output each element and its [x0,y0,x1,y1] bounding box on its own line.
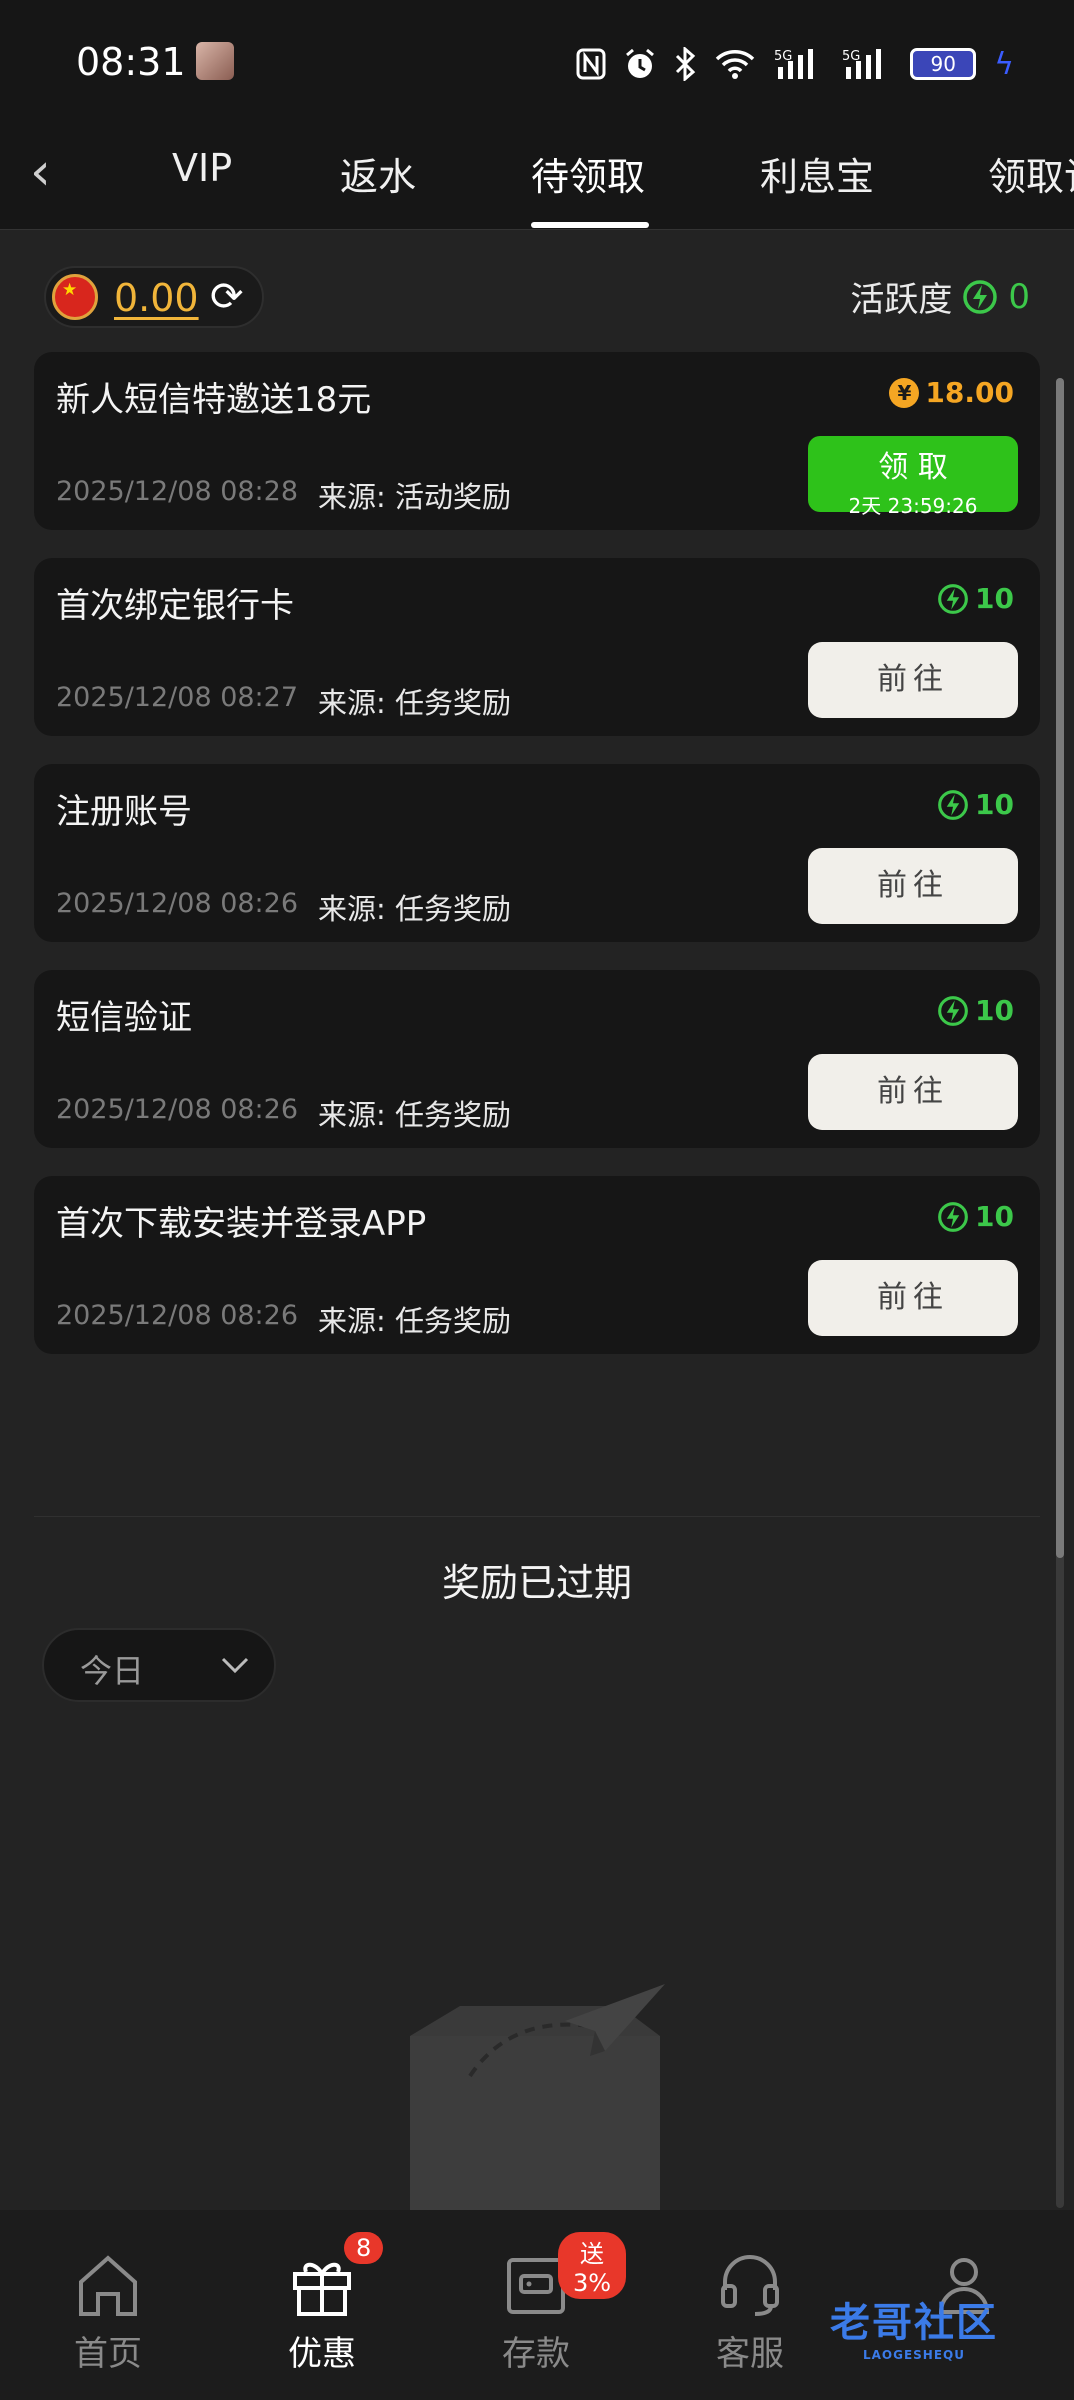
wifi-icon [714,48,756,80]
reward-amount-value: 10 [975,1200,1014,1233]
claim-label: 领 取 [878,450,948,485]
reward-amount: 10 [937,582,1014,615]
divider [34,1516,1040,1517]
reward-amount-value: 10 [975,582,1014,615]
reward-title: 首次下载安装并登录APP [56,1204,427,1244]
refresh-icon[interactable]: ⟳ [210,274,244,320]
tab-claim-history[interactable]: 领取记 [988,146,1074,201]
tab-rebate[interactable]: 返水 [340,146,416,201]
reward-amount: 10 [937,1200,1014,1233]
battery-level: 90 [930,52,956,76]
date-filter-select[interactable]: 今日 [42,1628,276,1702]
reward-amount-value: 10 [975,788,1014,821]
balance-pill: 0.00 ⟳ [44,266,264,328]
bluetooth-icon [674,47,696,81]
reward-date: 2025/12/08 08:27 [56,682,299,713]
reward-amount: 10 [937,994,1014,1027]
signal-5g-icon: 5G [842,47,892,81]
reward-date: 2025/12/08 08:28 [56,476,299,507]
reward-date: 2025/12/08 08:26 [56,1094,299,1125]
watermark-logo: 老哥社区 LAOGESHEQU [830,2290,998,2362]
promotions-badge: 8 [344,2232,384,2264]
reward-amount: 10 [937,788,1014,821]
battery-icon: 90 [910,48,977,80]
reward-title: 短信验证 [56,998,192,1038]
back-button[interactable]: ‹ [30,142,80,202]
notification-avatar-icon [196,42,234,80]
reward-title: 首次绑定银行卡 [56,586,294,626]
china-flag-icon [52,274,98,320]
charging-icon: ϟ [994,46,1014,82]
reward-source: 来源: 任务奖励 [318,1304,511,1338]
alarm-icon [624,48,656,80]
tab-pending-claim[interactable]: 待领取 [531,146,645,201]
energy-icon [938,789,968,820]
reward-source: 来源: 任务奖励 [318,1098,511,1132]
activity-value: 0 [1008,276,1030,317]
coin-icon: ¥ [889,377,920,408]
scrollbar[interactable] [1056,378,1064,2208]
expired-section-title: 奖励已过期 [441,1561,632,1605]
empty-box-icon [410,1984,665,2216]
home-icon [79,2255,137,2316]
reward-card: 首次绑定银行卡 10 2025/12/08 08:27 来源: 任务奖励 前往 [34,558,1040,736]
reward-date: 2025/12/08 08:26 [56,1300,299,1331]
bottom-nav-label: 首页 [74,2334,142,2374]
energy-icon [938,1201,968,1232]
signal-5g-icon: 5G [774,47,824,81]
activity-score: 活跃度 0 [850,272,1030,321]
bottom-nav-label: 优惠 [288,2334,356,2374]
reward-card: 注册账号 10 2025/12/08 08:26 来源: 任务奖励 前往 [34,764,1040,942]
reward-title: 新人短信特邀送18元 [56,380,372,420]
reward-source: 来源: 任务奖励 [318,686,511,720]
deposit-bonus-badge: 送3% [558,2232,626,2299]
bottom-nav-home[interactable]: 首页 [18,2250,198,2375]
claim-countdown: 2天 23:59:26 [848,494,978,518]
reward-amount-value: 10 [975,994,1014,1027]
reward-title: 注册账号 [56,792,192,832]
tab-interest[interactable]: 利息宝 [760,146,874,201]
reward-source: 来源: 任务奖励 [318,892,511,926]
date-filter-value: 今日 [80,1652,145,1690]
energy-icon [938,583,968,614]
watermark-sub: LAOGESHEQU [862,2348,965,2362]
energy-icon [963,279,998,314]
reward-card: 首次下载安装并登录APP 10 2025/12/08 08:26 来源: 任务奖励 前往 [34,1176,1040,1354]
reward-date: 2025/12/08 08:26 [56,888,299,919]
chevron-down-icon [221,1657,249,1674]
energy-icon [938,995,968,1026]
reward-amount-value: 18.00 [925,376,1014,409]
bottom-nav-label: 存款 [502,2334,570,2374]
claim-button[interactable]: 领 取 2天 23:59:26 [808,436,1018,518]
go-button[interactable]: 前往 [808,1260,1018,1336]
activity-label: 活跃度 [850,280,953,320]
bottom-nav-label: 客服 [716,2334,784,2374]
status-bar: 08:31 5G 5G 90 ϟ [0,0,1074,130]
go-button[interactable]: 前往 [808,848,1018,924]
bottom-nav-deposit[interactable]: 存款 送3% [446,2232,626,2375]
bottom-nav-support[interactable]: 客服 [660,2250,840,2375]
reward-card: 新人短信特邀送18元 ¥18.00 2025/12/08 08:28 来源: 活动奖励… [34,352,1040,530]
status-icons: 5G 5G 90 ϟ [576,44,1014,84]
go-button[interactable]: 前往 [808,642,1018,718]
top-tab-bar: ‹ VIP 返水 待领取 利息宝 领取记 [0,130,1074,230]
headset-icon [721,2255,779,2316]
go-button[interactable]: 前往 [808,1054,1018,1130]
reward-amount: ¥18.00 [889,376,1014,409]
active-tab-indicator [531,222,649,228]
status-time: 08:31 [76,40,186,84]
reward-source: 来源: 活动奖励 [318,480,511,514]
balance-value[interactable]: 0.00 [114,276,199,320]
scrollbar-thumb[interactable] [1056,378,1064,1558]
reward-card: 短信验证 10 2025/12/08 08:26 来源: 任务奖励 前往 [34,970,1040,1148]
nfc-icon [576,48,606,80]
tab-vip[interactable]: VIP [172,146,232,190]
bottom-nav-promotions[interactable]: 优惠 8 [232,2232,412,2375]
watermark-text: 老哥社区 [830,2300,998,2346]
gift-icon [293,2262,351,2316]
